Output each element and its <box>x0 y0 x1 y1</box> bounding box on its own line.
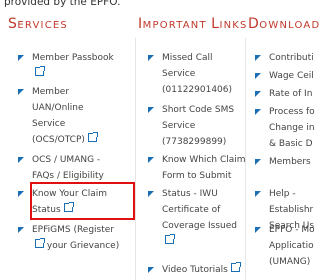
intro-text: provided by the EPFO. <box>4 0 121 8</box>
services-heading: SERVICES <box>8 16 68 32</box>
arrow-icon <box>148 265 154 273</box>
arrow-icon <box>255 107 261 115</box>
arrow-icon <box>18 155 24 163</box>
arrow-icon <box>255 53 261 61</box>
arrow-icon <box>18 225 24 233</box>
arrow-icon <box>148 189 154 197</box>
arrow-icon <box>148 105 154 113</box>
arrow-icon <box>18 189 24 197</box>
arrow-icon <box>148 53 154 61</box>
external-link-icon <box>165 234 175 244</box>
external-link-icon <box>35 66 45 76</box>
column-divider <box>135 38 136 280</box>
external-link-icon <box>230 262 241 272</box>
arrow-icon <box>255 189 261 197</box>
arrow-icon <box>255 89 261 97</box>
arrow-icon <box>255 71 261 79</box>
arrow-icon <box>18 53 24 61</box>
external-link-icon <box>87 132 98 142</box>
highlight-box <box>30 182 135 220</box>
important-links-heading: IMPORTANT LINKS <box>138 16 248 32</box>
arrow-icon <box>255 225 261 233</box>
downloads-heading: DOWNLOADS <box>248 16 320 32</box>
arrow-icon <box>18 87 24 95</box>
external-link-icon <box>35 238 45 248</box>
arrow-icon <box>148 155 154 163</box>
arrow-icon <box>255 157 261 165</box>
